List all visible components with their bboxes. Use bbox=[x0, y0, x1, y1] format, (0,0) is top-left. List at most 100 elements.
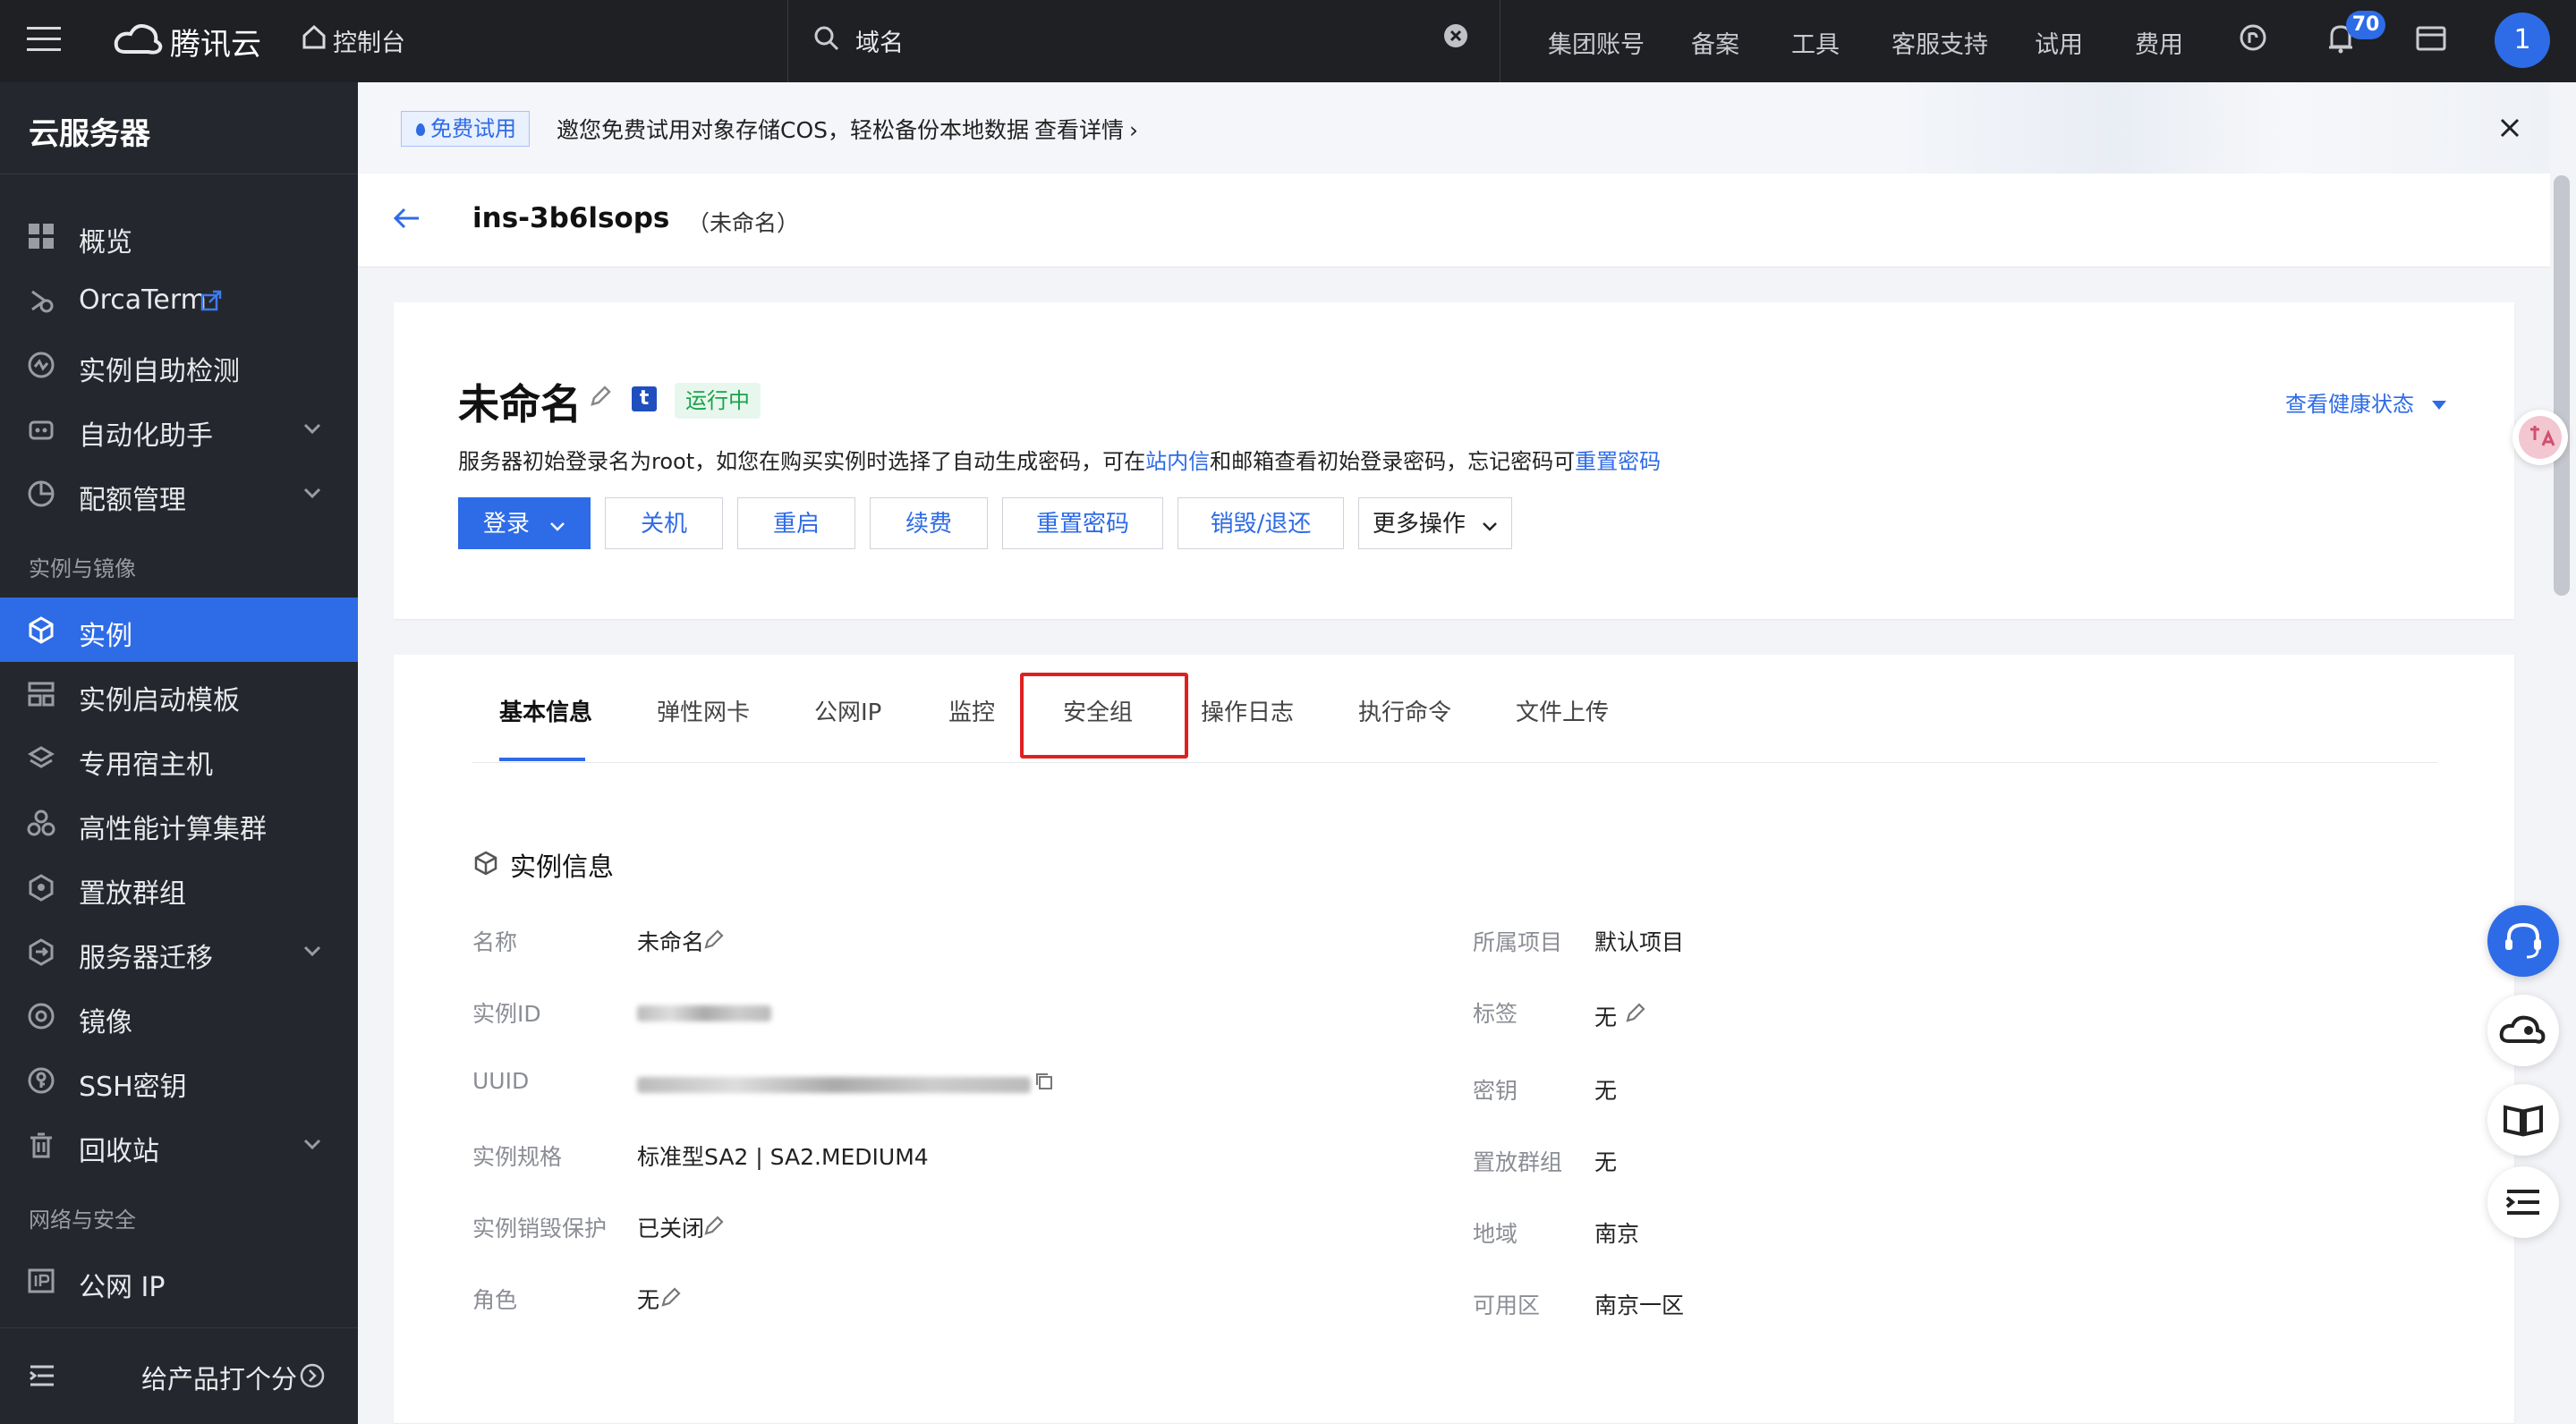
chevron-down-icon bbox=[301, 939, 324, 962]
health-status-link[interactable]: 查看健康状态 bbox=[2285, 386, 2446, 418]
edit-icon[interactable] bbox=[1625, 1002, 1646, 1023]
destroy-button[interactable]: 销毁/退还 bbox=[1177, 497, 1344, 549]
sidebar: 云服务器 概览 OrcaTerm 实例自助检测 自动化助手 配额管理 实例与镜像… bbox=[0, 82, 358, 1424]
nav-trial[interactable]: 试用 bbox=[2035, 25, 2083, 60]
clear-search-icon[interactable] bbox=[1443, 23, 1468, 48]
menu-icon[interactable] bbox=[27, 25, 61, 54]
sidebar-item-launch-template[interactable]: 实例启动模板 bbox=[0, 662, 358, 726]
status-badge: 运行中 bbox=[675, 383, 761, 419]
trash-icon bbox=[27, 1131, 55, 1159]
tab-eni[interactable]: 弹性网卡 bbox=[657, 694, 750, 727]
shutdown-button[interactable]: 关机 bbox=[605, 497, 723, 549]
sidebar-item-recycle-bin[interactable]: 回收站 bbox=[0, 1113, 358, 1177]
sidebar-item-public-ip[interactable]: 公网 IP bbox=[0, 1249, 358, 1313]
arrow-right-circle-icon[interactable] bbox=[299, 1362, 326, 1389]
instance-title: 未命名 bbox=[458, 380, 582, 428]
cloud-assistant-icon[interactable] bbox=[2487, 995, 2559, 1066]
tab-basic-info[interactable]: 基本信息 bbox=[499, 694, 592, 727]
edit-icon[interactable] bbox=[660, 1286, 682, 1308]
edit-icon[interactable] bbox=[703, 928, 725, 950]
cube-icon bbox=[27, 615, 55, 644]
external-link-icon bbox=[200, 290, 222, 311]
sidebar-item-migration[interactable]: 服务器迁移 bbox=[0, 920, 358, 984]
sidebar-item-self-check[interactable]: 实例自助检测 bbox=[0, 333, 358, 397]
health-status-label: 查看健康状态 bbox=[2285, 392, 2414, 417]
sidebar-item-label: 镜像 bbox=[79, 1007, 132, 1038]
caret-down-icon bbox=[2431, 401, 2446, 410]
sidebar-item-label: 回收站 bbox=[79, 1136, 159, 1167]
nav-group-account[interactable]: 集团账号 bbox=[1548, 25, 1645, 60]
sidebar-item-ssh-keys[interactable]: SSH密钥 bbox=[0, 1048, 358, 1113]
login-hint-text-2: 和邮箱查看初始登录密码，忘记密码可 bbox=[1210, 449, 1576, 474]
avatar[interactable]: 1 bbox=[2495, 13, 2550, 68]
sidebar-item-label: 实例自助检测 bbox=[79, 356, 240, 387]
copy-icon[interactable] bbox=[1034, 1072, 1054, 1091]
tab-run-command[interactable]: 执行命令 bbox=[1358, 694, 1451, 727]
renew-button[interactable]: 续费 bbox=[870, 497, 988, 549]
placement-icon bbox=[27, 873, 55, 902]
customer-service-icon[interactable] bbox=[2487, 905, 2559, 977]
label-role: 角色 bbox=[472, 1287, 518, 1313]
instance-info-title: 实例信息 bbox=[510, 852, 615, 882]
home-icon[interactable] bbox=[301, 23, 327, 50]
sidebar-item-automation[interactable]: 自动化助手 bbox=[0, 397, 358, 462]
sidebar-item-placement-group[interactable]: 置放群组 bbox=[0, 855, 358, 920]
sidebar-item-dedicated-host[interactable]: 专用宿主机 bbox=[0, 726, 358, 791]
banner-text: 邀您免费试用对象存储COS，轻松备份本地数据 bbox=[557, 117, 1030, 143]
console-link[interactable]: 控制台 bbox=[333, 23, 405, 58]
developer-icon[interactable] bbox=[2239, 23, 2267, 52]
more-actions-button[interactable]: 更多操作 bbox=[1358, 497, 1512, 549]
reset-password-link[interactable]: 重置密码 bbox=[1575, 449, 1661, 474]
scrollbar-thumb[interactable] bbox=[2554, 175, 2570, 596]
translate-icon[interactable] bbox=[2512, 410, 2568, 465]
close-icon[interactable] bbox=[2498, 116, 2521, 140]
message-icon[interactable] bbox=[2416, 25, 2446, 52]
login-button[interactable]: 登录 bbox=[458, 497, 591, 549]
migration-icon bbox=[27, 937, 55, 966]
sidebar-item-overview[interactable]: 概览 bbox=[0, 204, 358, 268]
tab-file-upload[interactable]: 文件上传 bbox=[1516, 694, 1609, 727]
sidebar-item-label: 配额管理 bbox=[79, 485, 186, 516]
tencent-cloud-logo-icon[interactable] bbox=[113, 21, 163, 57]
banner-detail-link[interactable]: 查看详情 › bbox=[1034, 113, 1138, 145]
chevron-down-icon bbox=[301, 1132, 324, 1156]
brand-name[interactable]: 腾讯云 bbox=[170, 20, 261, 64]
inbox-link[interactable]: 站内信 bbox=[1145, 449, 1210, 474]
nav-tools[interactable]: 工具 bbox=[1791, 25, 1840, 60]
chevron-down-icon bbox=[301, 417, 324, 440]
sidebar-item-quota[interactable]: 配额管理 bbox=[0, 462, 358, 526]
nav-billing[interactable]: 费用 bbox=[2135, 25, 2183, 60]
sidebar-item-orcaterm[interactable]: OrcaTerm bbox=[0, 268, 358, 333]
sidebar-item-label: 自动化助手 bbox=[79, 420, 213, 452]
collapse-sidebar-icon[interactable] bbox=[29, 1364, 55, 1387]
tab-public-ip[interactable]: 公网IP bbox=[814, 694, 881, 727]
highlight-box bbox=[1020, 673, 1188, 759]
top-bar: 腾讯云 控制台 域名 集团账号 备案 工具 客服支持 试用 费用 70 1 bbox=[0, 0, 2576, 82]
sidebar-item-hpc-cluster[interactable]: 高性能计算集群 bbox=[0, 791, 358, 855]
docs-book-icon[interactable] bbox=[2487, 1084, 2559, 1156]
sidebar-item-images[interactable]: 镜像 bbox=[0, 984, 358, 1048]
back-arrow-icon[interactable] bbox=[392, 206, 421, 231]
search-input[interactable]: 域名 bbox=[855, 23, 904, 58]
restart-button[interactable]: 重启 bbox=[737, 497, 855, 549]
sidebar-item-label: 专用宿主机 bbox=[79, 750, 213, 781]
rate-product-link[interactable]: 给产品打个分 bbox=[141, 1359, 297, 1396]
value-placement-group: 无 bbox=[1594, 1149, 1618, 1175]
edit-icon[interactable] bbox=[703, 1215, 725, 1236]
search-box[interactable]: 域名 bbox=[787, 0, 1501, 82]
chevron-down-icon bbox=[549, 499, 565, 551]
edit-name-icon[interactable] bbox=[589, 385, 612, 408]
label-instance-id: 实例ID bbox=[472, 1001, 541, 1027]
tab-operation-log[interactable]: 操作日志 bbox=[1201, 694, 1294, 727]
nav-support[interactable]: 客服支持 bbox=[1892, 25, 1988, 60]
banner-detail-label: 查看详情 bbox=[1034, 117, 1125, 143]
sidebar-item-instances[interactable]: 实例 bbox=[0, 598, 358, 662]
free-trial-label: 免费试用 bbox=[430, 116, 516, 141]
list-indent-icon[interactable] bbox=[2487, 1166, 2559, 1238]
tab-monitoring[interactable]: 监控 bbox=[948, 694, 995, 727]
sidebar-footer: 给产品打个分 bbox=[0, 1327, 358, 1424]
nav-icp[interactable]: 备案 bbox=[1691, 25, 1739, 60]
template-icon bbox=[27, 680, 55, 708]
robot-icon bbox=[27, 415, 55, 444]
reset-password-button[interactable]: 重置密码 bbox=[1002, 497, 1163, 549]
